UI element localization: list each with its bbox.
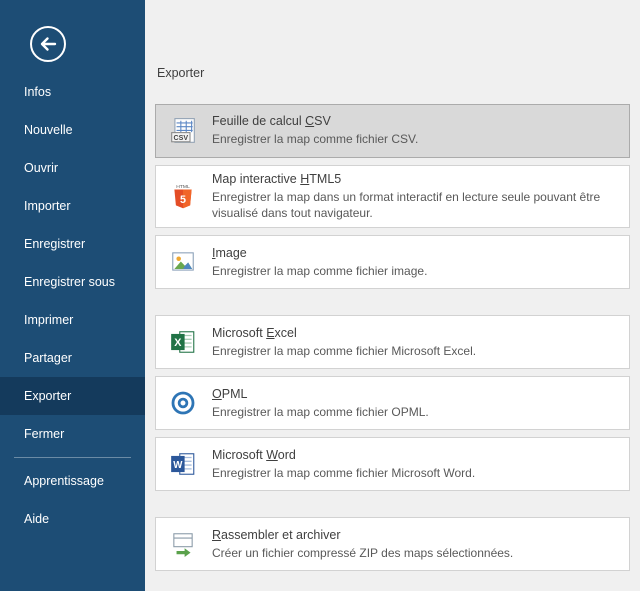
title-accel: C	[305, 114, 314, 128]
title-accel: W	[266, 448, 278, 462]
export-option-excel[interactable]: X Microsoft Excel Enregistrer la map com…	[155, 315, 630, 369]
title-post: ord	[278, 448, 296, 462]
export-option-title: Rassembler et archiver	[212, 528, 513, 542]
svg-text:5: 5	[180, 194, 186, 206]
export-panel: Exporter CSV Feuille de calcul CSV Enreg…	[145, 0, 640, 591]
archive-icon	[168, 529, 198, 559]
title-accel: E	[266, 326, 274, 340]
export-option-text: Microsoft Word Enregistrer la map comme …	[212, 448, 475, 481]
backstage-sidebar: Infos Nouvelle Ouvrir Importer Enregistr…	[0, 0, 145, 591]
title-post: TML5	[309, 172, 341, 186]
title-post: xcel	[275, 326, 297, 340]
svg-text:CSV: CSV	[174, 134, 189, 142]
title-post: PML	[222, 387, 248, 401]
title-post: SV	[314, 114, 331, 128]
title-pre: Microsoft	[212, 326, 266, 340]
sidebar-item-exporter[interactable]: Exporter	[0, 377, 145, 415]
export-option-title: Image	[212, 246, 427, 260]
export-option-text: Microsoft Excel Enregistrer la map comme…	[212, 326, 476, 359]
title-accel: R	[212, 528, 221, 542]
html5-icon: HTML 5	[168, 182, 198, 212]
title-pre: Microsoft	[212, 448, 266, 462]
export-option-title: Microsoft Excel	[212, 326, 476, 340]
export-option-word[interactable]: W Microsoft Word Enregistrer la map comm…	[155, 437, 630, 491]
svg-text:W: W	[173, 460, 183, 471]
export-option-desc: Enregistrer la map comme fichier Microso…	[212, 343, 476, 359]
sidebar-item-enregistrer-sous[interactable]: Enregistrer sous	[0, 263, 145, 301]
export-option-desc: Enregistrer la map comme fichier OPML.	[212, 404, 429, 420]
page-title: Exporter	[157, 66, 630, 80]
export-option-csv[interactable]: CSV Feuille de calcul CSV Enregistrer la…	[155, 104, 630, 158]
sidebar-item-enregistrer[interactable]: Enregistrer	[0, 225, 145, 263]
excel-icon: X	[168, 327, 198, 357]
back-arrow-icon	[29, 50, 67, 67]
opml-icon	[168, 388, 198, 418]
sidebar-item-importer[interactable]: Importer	[0, 187, 145, 225]
export-option-archive[interactable]: Rassembler et archiver Créer un fichier …	[155, 517, 630, 571]
export-option-text: Image Enregistrer la map comme fichier i…	[212, 246, 427, 279]
sidebar-item-ouvrir[interactable]: Ouvrir	[0, 149, 145, 187]
sidebar-item-aide[interactable]: Aide	[0, 500, 145, 538]
sidebar-item-apprentissage[interactable]: Apprentissage	[0, 462, 145, 500]
export-option-desc: Enregistrer la map comme fichier CSV.	[212, 131, 418, 147]
sidebar-item-fermer[interactable]: Fermer	[0, 415, 145, 453]
export-option-desc: Enregistrer la map comme fichier image.	[212, 263, 427, 279]
title-accel: H	[300, 172, 309, 186]
export-option-desc: Créer un fichier compressé ZIP des maps …	[212, 545, 513, 561]
sidebar-item-nouvelle[interactable]: Nouvelle	[0, 111, 145, 149]
back-button[interactable]	[29, 25, 67, 63]
title-pre: Map interactive	[212, 172, 300, 186]
title-accel: O	[212, 387, 222, 401]
export-option-text: Rassembler et archiver Créer un fichier …	[212, 528, 513, 561]
export-option-desc: Enregistrer la map dans un format intera…	[212, 189, 617, 221]
export-option-text: OPML Enregistrer la map comme fichier OP…	[212, 387, 429, 420]
word-icon: W	[168, 449, 198, 479]
export-option-text: Feuille de calcul CSV Enregistrer la map…	[212, 114, 418, 147]
export-option-image[interactable]: Image Enregistrer la map comme fichier i…	[155, 235, 630, 289]
sidebar-menu: Infos Nouvelle Ouvrir Importer Enregistr…	[0, 73, 145, 538]
image-icon	[168, 247, 198, 277]
export-option-title: OPML	[212, 387, 429, 401]
export-option-title: Feuille de calcul CSV	[212, 114, 418, 128]
export-option-title: Map interactive HTML5	[212, 172, 617, 186]
export-option-desc: Enregistrer la map comme fichier Microso…	[212, 465, 475, 481]
sidebar-item-imprimer[interactable]: Imprimer	[0, 301, 145, 339]
svg-text:X: X	[174, 337, 182, 349]
export-option-title: Microsoft Word	[212, 448, 475, 462]
title-post: assembler et archiver	[221, 528, 341, 542]
export-option-text: Map interactive HTML5 Enregistrer la map…	[212, 172, 617, 221]
title-post: mage	[215, 246, 246, 260]
sidebar-item-infos[interactable]: Infos	[0, 73, 145, 111]
sidebar-separator	[14, 457, 131, 458]
title-pre: Feuille de calcul	[212, 114, 305, 128]
svg-text:HTML: HTML	[176, 184, 190, 190]
export-option-opml[interactable]: OPML Enregistrer la map comme fichier OP…	[155, 376, 630, 430]
sidebar-item-partager[interactable]: Partager	[0, 339, 145, 377]
export-option-html5[interactable]: HTML 5 Map interactive HTML5 Enregistrer…	[155, 165, 630, 228]
csv-icon: CSV	[168, 116, 198, 146]
